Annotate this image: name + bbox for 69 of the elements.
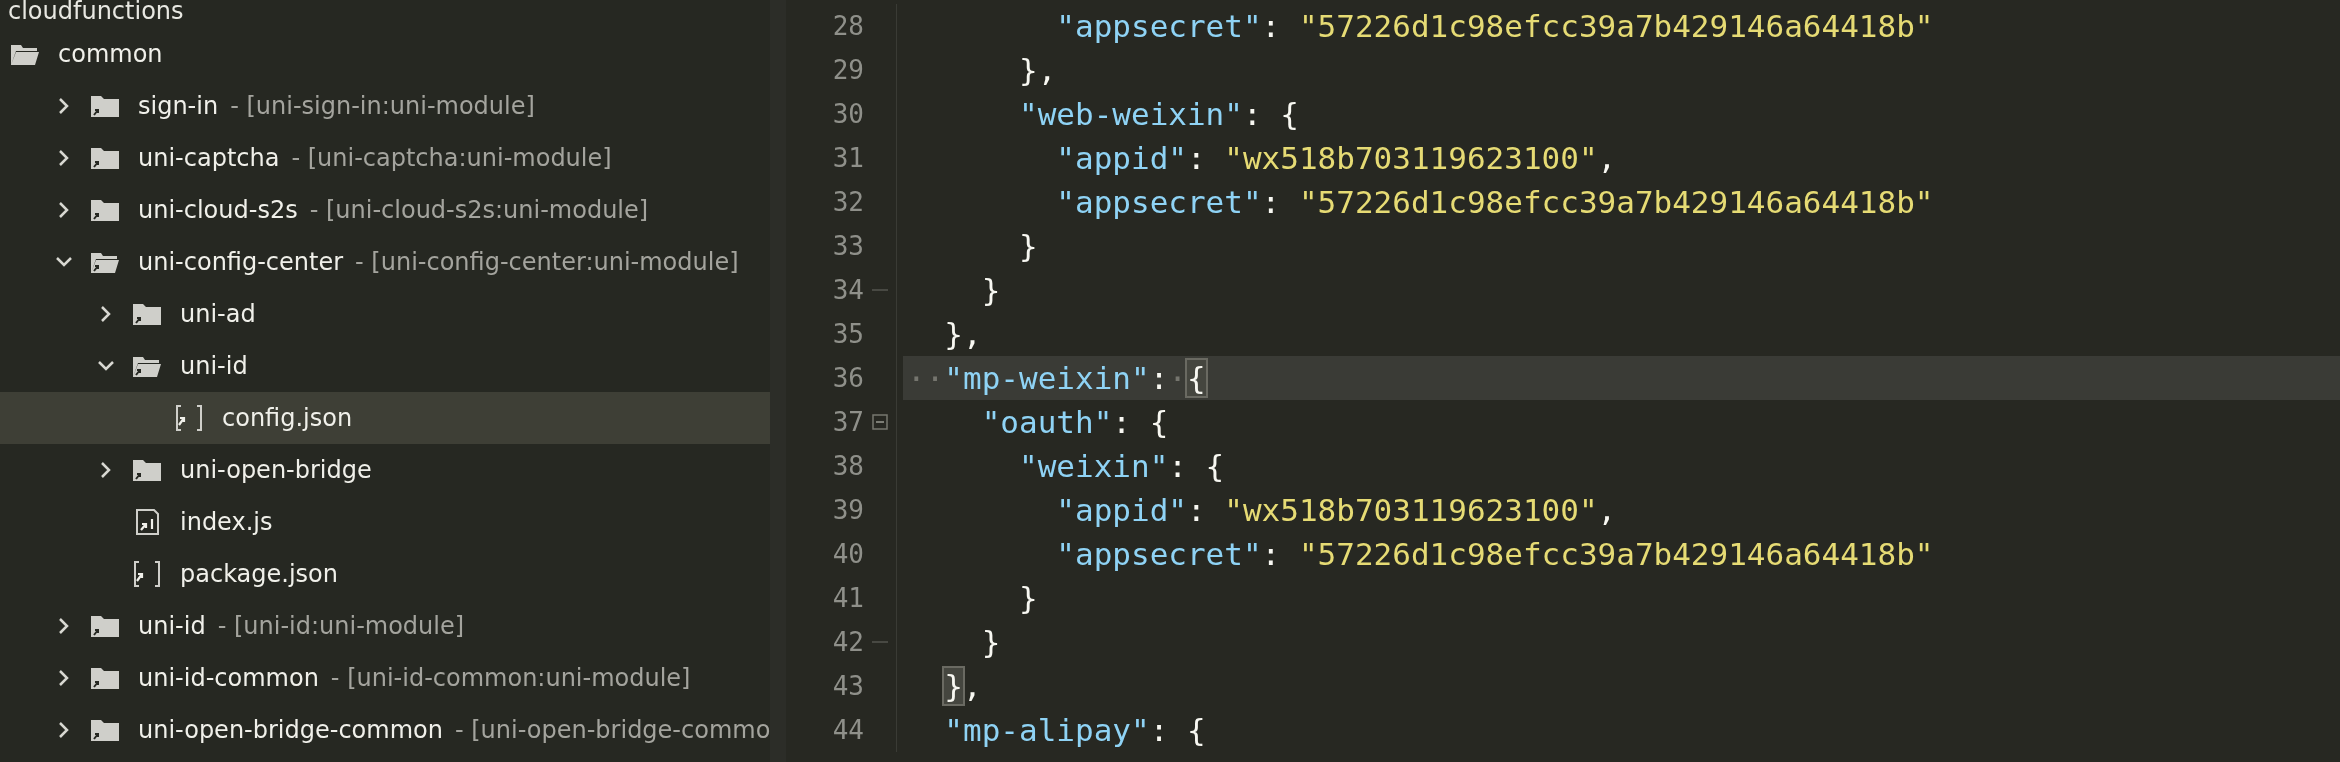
code-line: }, — [943, 667, 983, 706]
folder-icon — [90, 613, 120, 639]
code-line: "appid": "wx518b703119623100", — [1055, 491, 1618, 530]
code-line: "appsecret": "57226d1c98efcc39a7b429146a64418b" — [1055, 183, 1935, 222]
folder-icon — [90, 93, 120, 119]
code-line: } — [980, 623, 1002, 662]
line-number: 32 — [831, 187, 864, 217]
tree-item[interactable]: uni-id-common - [uni-id-common:uni-module] — [0, 652, 770, 704]
line-number: 39 — [831, 495, 864, 525]
code-line: "appsecret": "57226d1c98efcc39a7b429146a64418b" — [1055, 535, 1935, 574]
code-line: "weixin": { — [1017, 447, 1226, 486]
tree-item[interactable]: common — [0, 28, 770, 80]
code-line: "oauth": { — [980, 403, 1170, 442]
module-tag: - [uni-cloud-s2s:uni-module] — [309, 196, 649, 224]
folder-icon — [132, 457, 162, 483]
line-number: 37 — [831, 407, 864, 437]
code-line: "web-weixin": { — [1017, 95, 1300, 134]
module-tag: - [uni-captcha:uni-module] — [291, 144, 612, 172]
tree-item[interactable]: uni-config-center - [uni-config-center:uni-module] — [0, 236, 770, 288]
line-number: 36 — [831, 363, 864, 393]
line-number: 42 — [831, 627, 864, 657]
tree-item[interactable]: uni-ad — [0, 288, 770, 340]
code-line: "appsecret": "57226d1c98efcc39a7b429146a64418b" — [1055, 7, 1935, 46]
folder-icon — [132, 301, 162, 327]
line-number: 41 — [831, 583, 864, 613]
tree-item[interactable]: uni-captcha - [uni-captcha:uni-module] — [0, 132, 770, 184]
line-number: 38 — [831, 451, 864, 481]
fold-end-icon — [872, 288, 888, 292]
module-tag: - [uni-config-center:uni-module] — [355, 248, 739, 276]
json-file-icon — [174, 405, 204, 431]
line-number: 30 — [831, 99, 864, 129]
line-number: 35 — [831, 319, 864, 349]
module-tag: - [uni-id:uni-module] — [217, 612, 465, 640]
folder-icon — [90, 717, 120, 743]
json-file-icon — [132, 561, 162, 587]
folder-icon — [90, 145, 120, 171]
folder-icon — [90, 197, 120, 223]
code-line: } — [980, 271, 1002, 310]
code-line: } — [1017, 579, 1039, 618]
fold-icon[interactable] — [872, 414, 888, 430]
module-tag: - [uni-open-bridge-commo — [454, 716, 770, 744]
module-tag: - [uni-sign-in:uni-module] — [230, 92, 535, 120]
line-number: 40 — [831, 539, 864, 569]
tree-item[interactable]: package.json — [0, 548, 770, 600]
line-number: 29 — [831, 55, 864, 85]
line-number: 43 — [831, 671, 864, 701]
tree-item[interactable]: uni-cloud-s2s - [uni-cloud-s2s:uni-module] — [0, 184, 770, 236]
line-number: 44 — [831, 715, 864, 745]
line-number: 31 — [831, 143, 864, 173]
tree-item[interactable]: config.json — [0, 392, 770, 444]
code-line: "appid": "wx518b703119623100", — [1055, 139, 1618, 178]
line-number: 34 — [831, 275, 864, 305]
tree-item[interactable]: uni-id — [0, 340, 770, 392]
tree-item[interactable]: index.js — [0, 496, 770, 548]
folder-icon — [90, 665, 120, 691]
tree-item[interactable]: uni-open-bridge-common - [uni-open-bridge-commo — [0, 704, 770, 756]
fold-end-icon — [872, 640, 888, 644]
project-title: cloudfunctions — [7, 0, 185, 27]
tree-item[interactable]: uni-open-bridge — [0, 444, 770, 496]
code-line: } — [1017, 227, 1039, 266]
tree-item[interactable]: sign-in - [uni-sign-in:uni-module] — [0, 80, 770, 132]
code-line: "mp-alipay": { — [943, 711, 1207, 750]
code-line: }, — [1017, 51, 1058, 90]
tree-item[interactable]: uni-id - [uni-id:uni-module] — [0, 600, 770, 652]
line-number: 28 — [831, 11, 864, 41]
code-line: }, — [943, 315, 983, 354]
line-number: 33 — [831, 231, 864, 261]
module-tag: - [uni-id-common:uni-module] — [330, 664, 691, 692]
scrollbar[interactable] — [770, 0, 786, 762]
